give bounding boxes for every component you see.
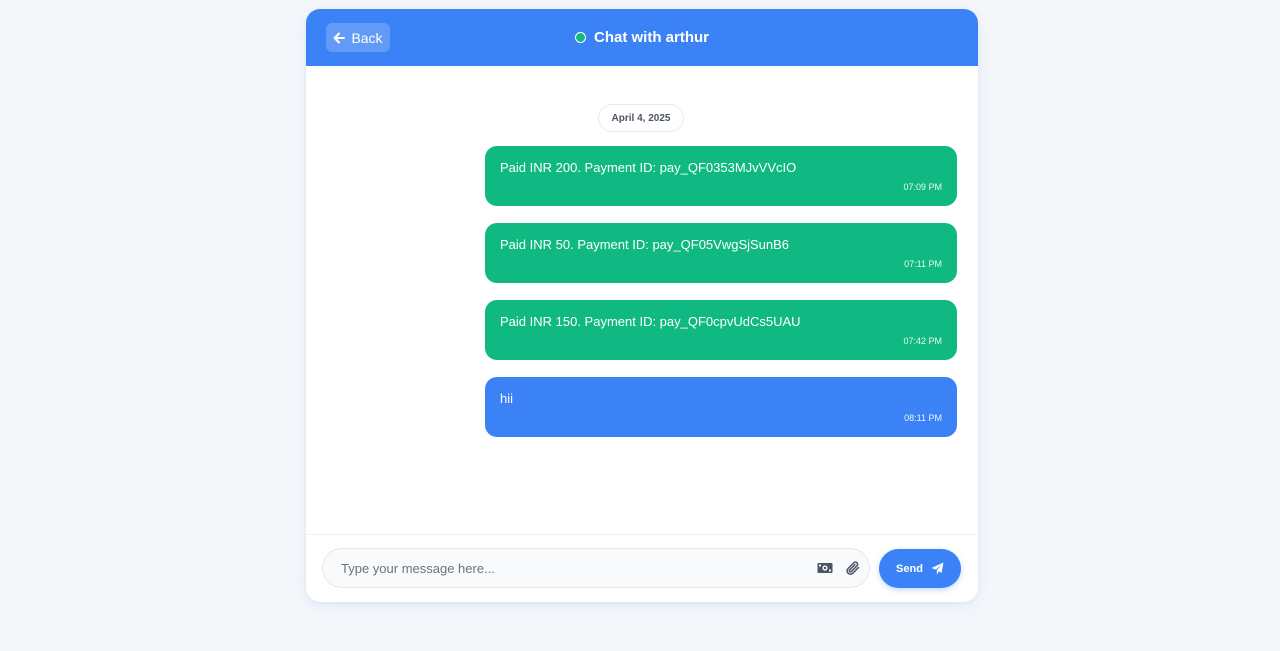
message-timestamp: 07:09 PM xyxy=(903,182,942,192)
chat-window: Chat with arthur Back April 4, 2025 Paid… xyxy=(306,9,978,602)
message-input[interactable] xyxy=(324,550,821,586)
message-text: Paid INR 200. Payment ID: pay_QF0353MJvV… xyxy=(500,160,797,175)
message-text: Paid INR 50. Payment ID: pay_QF05VwgSjSu… xyxy=(500,237,790,252)
message-bubble-text: hii 08:11 PM xyxy=(485,377,957,437)
arrow-left-icon xyxy=(333,32,346,43)
back-button-label: Back xyxy=(351,29,383,46)
message-bubble-payment: Paid INR 50. Payment ID: pay_QF05VwgSjSu… xyxy=(485,223,957,283)
send-button-label: Send xyxy=(896,562,923,575)
online-status-dot xyxy=(575,32,586,43)
message-composer: Send xyxy=(306,534,978,602)
messages-area[interactable]: April 4, 2025 Paid INR 200. Payment ID: … xyxy=(306,66,978,534)
message-timestamp: 07:42 PM xyxy=(903,336,942,346)
paperclip-icon[interactable] xyxy=(845,560,861,576)
message-bubble-payment: Paid INR 150. Payment ID: pay_QF0cpvUdCs… xyxy=(485,300,957,360)
chat-title: Chat with arthur xyxy=(594,29,709,46)
message-text: Paid INR 150. Payment ID: pay_QF0cpvUdCs… xyxy=(500,314,801,329)
paper-plane-icon xyxy=(931,562,944,575)
chat-header: Chat with arthur Back xyxy=(306,9,978,66)
money-bill-icon[interactable] xyxy=(817,561,833,575)
back-button[interactable]: Back xyxy=(326,23,390,52)
date-separator: April 4, 2025 xyxy=(598,104,684,132)
message-timestamp: 08:11 PM xyxy=(904,413,942,423)
chat-title-group: Chat with arthur xyxy=(306,9,978,66)
message-text: hii xyxy=(500,391,514,406)
send-button[interactable]: Send xyxy=(879,549,961,588)
message-bubble-payment: Paid INR 200. Payment ID: pay_QF0353MJvV… xyxy=(485,146,957,206)
message-input-container xyxy=(322,548,870,588)
message-timestamp: 07:11 PM xyxy=(904,259,942,269)
